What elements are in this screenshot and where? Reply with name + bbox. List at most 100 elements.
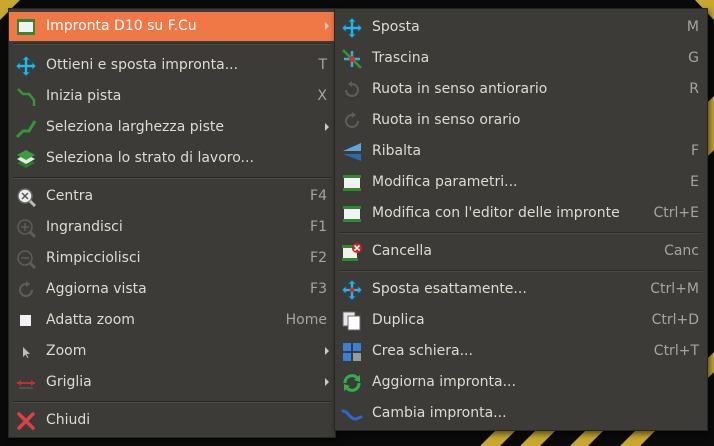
track-icon <box>15 86 37 108</box>
separator <box>13 401 331 403</box>
menu-item-label: Trascina <box>372 50 430 66</box>
rotate-cw-icon <box>341 110 363 132</box>
menu-item-label: Centra <box>46 188 94 204</box>
submenu-item-update-footprint[interactable]: Aggiorna impronta... <box>335 368 707 397</box>
submenu-arrow-icon <box>325 123 329 131</box>
menu-item-grid[interactable]: Griglia <box>9 368 335 397</box>
submenu-item-change-footprint[interactable]: Cambia impronta... <box>335 399 707 428</box>
zoom-cursor-icon <box>15 341 37 363</box>
submenu-item-move-exact[interactable]: Sposta esattamente... Ctrl+M <box>335 275 707 304</box>
shortcut-label: F2 <box>310 250 327 266</box>
shortcut-label: Ctrl+E <box>653 205 700 221</box>
menu-item-track-width[interactable]: Seleziona larghezza piste <box>9 113 335 142</box>
menu-item-label: Ruota in senso orario <box>372 112 521 128</box>
menu-item-label: Seleziona lo strato di lavoro... <box>46 150 254 166</box>
separator <box>13 43 331 45</box>
submenu-item-create-array[interactable]: Crea schiera... Ctrl+T <box>335 337 707 366</box>
shortcut-label: G <box>688 50 699 66</box>
menu-item-label: Ribalta <box>372 143 422 159</box>
layers-icon <box>15 148 37 170</box>
menu-item-label: Inizia pista <box>46 88 122 104</box>
grid-icon <box>15 372 37 394</box>
close-icon <box>15 410 37 432</box>
menu-item-footprint-d10[interactable]: Impronta D10 su F.Cu <box>9 12 335 41</box>
menu-item-zoom-out[interactable]: Rimpicciolisci F2 <box>9 244 335 273</box>
submenu-item-rotate-ccw[interactable]: Ruota in senso antiorario R <box>335 75 707 104</box>
menu-item-label: Griglia <box>46 374 92 390</box>
menu-item-refresh-view[interactable]: Aggiorna vista F3 <box>9 275 335 304</box>
menu-item-label: Modifica con l'editor delle impronte <box>372 205 620 221</box>
submenu-item-duplicate[interactable]: Duplica Ctrl+D <box>335 306 707 335</box>
submenu-arrow-icon <box>325 378 329 386</box>
rotate-ccw-icon <box>341 79 363 101</box>
menu-item-zoom-fit[interactable]: Adatta zoom Home <box>9 306 335 335</box>
menu-item-label: Adatta zoom <box>46 312 135 328</box>
menu-item-select-layer[interactable]: Seleziona lo strato di lavoro... <box>9 144 335 173</box>
menu-item-label: Impronta D10 su F.Cu <box>46 18 197 34</box>
footprint-editor-icon <box>341 203 363 225</box>
menu-item-label: Aggiorna vista <box>46 281 147 297</box>
submenu-arrow-icon <box>325 22 329 30</box>
shortcut-label: R <box>689 81 699 97</box>
menu-item-label: Sposta esattamente... <box>372 281 527 297</box>
menu-item-center[interactable]: Centra F4 <box>9 182 335 211</box>
flip-icon <box>341 141 363 163</box>
shortcut-label: F3 <box>310 281 327 297</box>
menu-item-get-move-footprint[interactable]: Ottieni e sposta impronta... T <box>9 51 335 80</box>
menu-item-label: Seleziona larghezza piste <box>46 119 224 135</box>
duplicate-icon <box>341 310 363 332</box>
menu-item-zoom-in[interactable]: Ingrandisci F1 <box>9 213 335 242</box>
menu-item-label: Aggiorna impronta... <box>372 374 516 390</box>
zoom-fit-icon <box>15 310 37 332</box>
shortcut-label: F4 <box>310 188 327 204</box>
menu-item-zoom[interactable]: Zoom <box>9 337 335 366</box>
submenu-item-edit-params[interactable]: Modifica parametri... E <box>335 168 707 197</box>
context-menu: Impronta D10 su F.Cu Ottieni e sposta im… <box>8 8 336 438</box>
separator <box>339 270 703 272</box>
menu-item-close[interactable]: Chiudi <box>9 406 335 435</box>
shortcut-label: F <box>690 143 699 159</box>
submenu-item-rotate-cw[interactable]: Ruota in senso orario <box>335 106 707 135</box>
menu-item-start-track[interactable]: Inizia pista X <box>9 82 335 111</box>
move-cross-icon <box>341 17 363 39</box>
refresh-view-icon <box>15 279 37 301</box>
update-footprint-icon <box>341 372 363 394</box>
footprint-params-icon <box>341 172 363 194</box>
menu-item-label: Cambia impronta... <box>372 405 507 421</box>
footprint-icon <box>15 16 37 38</box>
menu-item-label: Rimpicciolisci <box>46 250 141 266</box>
shortcut-label: M <box>686 19 699 35</box>
zoom-in-icon <box>15 217 37 239</box>
separator <box>13 177 331 179</box>
shortcut-label: Ctrl+D <box>651 312 699 328</box>
array-icon <box>341 341 363 363</box>
shortcut-label: Canc <box>664 243 699 259</box>
menu-item-label: Modifica parametri... <box>372 174 518 190</box>
menu-item-label: Cancella <box>372 243 432 259</box>
shortcut-label: Home <box>285 312 327 328</box>
footprint-submenu: Sposta M Trascina G Ruota in senso antio… <box>334 8 708 431</box>
shortcut-label: X <box>317 88 327 104</box>
submenu-item-flip[interactable]: Ribalta F <box>335 137 707 166</box>
menu-item-label: Zoom <box>46 343 87 359</box>
submenu-arrow-icon <box>325 347 329 355</box>
shortcut-label: T <box>318 57 327 73</box>
shortcut-label: E <box>690 174 699 190</box>
submenu-item-move[interactable]: Sposta M <box>335 13 707 42</box>
drag-icon <box>341 48 363 70</box>
menu-item-label: Ingrandisci <box>46 219 123 235</box>
shortcut-label: Ctrl+T <box>653 343 699 359</box>
move-exact-icon <box>341 279 363 301</box>
submenu-item-footprint-editor[interactable]: Modifica con l'editor delle impronte Ctr… <box>335 199 707 228</box>
menu-item-label: Ottieni e sposta impronta... <box>46 57 239 73</box>
menu-item-label: Crea schiera... <box>372 343 473 359</box>
track-width-icon <box>15 117 37 139</box>
separator <box>339 232 703 234</box>
submenu-item-delete[interactable]: Cancella Canc <box>335 237 707 266</box>
move-cross-icon <box>15 55 37 77</box>
menu-item-label: Duplica <box>372 312 425 328</box>
shortcut-label: F1 <box>310 219 327 235</box>
zoom-out-icon <box>15 248 37 270</box>
submenu-item-drag[interactable]: Trascina G <box>335 44 707 73</box>
delete-icon <box>341 241 363 263</box>
